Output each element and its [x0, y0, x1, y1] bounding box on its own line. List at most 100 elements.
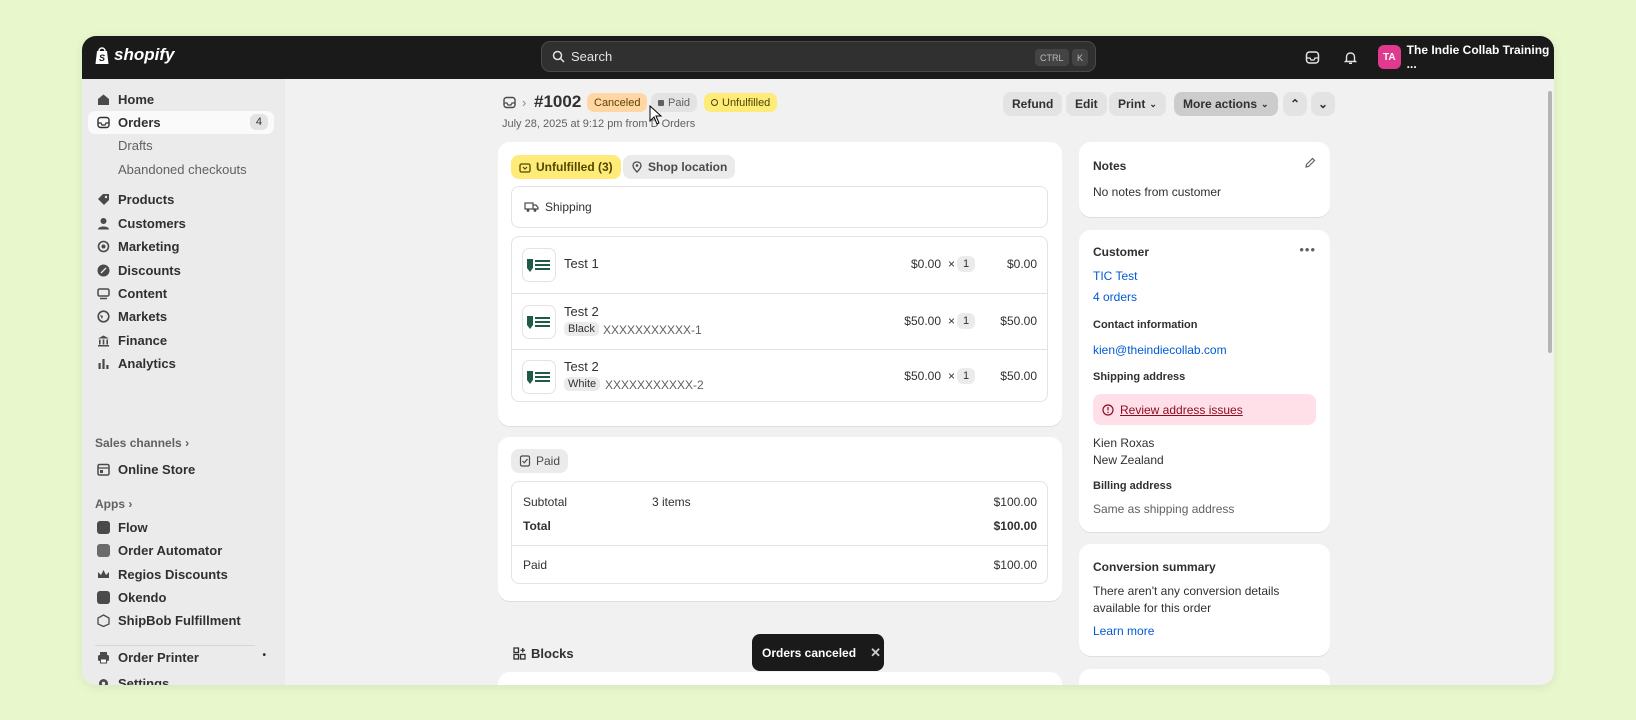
chevron-right-icon: ›	[185, 436, 190, 450]
print-label: Print	[1118, 97, 1146, 111]
review-address-link[interactable]: Review address issues	[1120, 403, 1243, 417]
page-scrollbar[interactable]	[1546, 79, 1554, 685]
unfulfilled-chip-label: Unfulfilled (3)	[536, 160, 613, 174]
product-thumbnail	[522, 248, 556, 282]
search-icon	[552, 50, 565, 63]
brand-name: shopify	[114, 45, 175, 64]
location-pin-icon	[632, 161, 642, 173]
target-icon	[97, 240, 110, 253]
variant-chip: White	[564, 377, 601, 391]
next-sidebar-card	[1079, 669, 1330, 685]
line-item[interactable]: Test 2 White XXXXXXXXXXX-2 $50.00 × 1 $5…	[512, 349, 1047, 403]
blocks-icon	[513, 647, 526, 660]
scrollbar-thumb[interactable]	[1548, 91, 1552, 353]
customer-email-link[interactable]: kien@theindiecollab.com	[1093, 343, 1227, 357]
sidebar-item-order-automator[interactable]: Order Automator	[88, 539, 274, 562]
subtotal-label: Subtotal	[523, 495, 568, 509]
sidebar-label-marketing: Marketing	[118, 239, 180, 254]
flow-app-icon	[97, 521, 110, 534]
blocks-label: Blocks	[531, 646, 574, 661]
discount-icon	[97, 264, 110, 277]
box-icon	[97, 614, 110, 627]
billing-address-text: Same as shipping address	[1093, 502, 1235, 516]
address-country: New Zealand	[1093, 453, 1164, 467]
sidebar-label-online-store: Online Store	[118, 462, 196, 477]
customer-name-link[interactable]: TIC Test	[1093, 269, 1137, 283]
store-switcher[interactable]: TA The Indie Collab Training ...	[1378, 43, 1554, 71]
sidebar-item-discounts[interactable]: Discounts	[88, 259, 274, 282]
subtotal-value: $100.00	[993, 495, 1037, 509]
refund-label: Refund	[1012, 97, 1054, 111]
store-avatar: TA	[1378, 45, 1401, 69]
more-horizontal-icon[interactable]: •••	[1299, 242, 1316, 257]
sidebar-label-products: Products	[118, 192, 175, 207]
toast-text: Orders canceled	[762, 645, 857, 660]
sidebar-item-finance[interactable]: Finance	[88, 329, 274, 352]
home-icon	[98, 94, 109, 105]
customer-orders-link[interactable]: 4 orders	[1093, 290, 1137, 304]
product-name: Test 2	[564, 359, 599, 374]
apps-heading[interactable]: Apps ›	[95, 497, 132, 511]
sales-channels-label: Sales channels	[95, 436, 182, 450]
multiply-sign: ×	[947, 314, 955, 328]
sidebar-label-discounts: Discounts	[118, 263, 181, 278]
sidebar-item-marketing[interactable]: Marketing	[88, 235, 274, 258]
pin-dot-icon: •	[262, 650, 266, 661]
blocks-card	[498, 672, 1062, 685]
sidebar-item-shipbob[interactable]: ShipBob Fulfillment	[88, 609, 274, 632]
orders-inbox-icon[interactable]	[503, 96, 516, 109]
learn-more-link[interactable]: Learn more	[1093, 624, 1154, 638]
previous-order-button[interactable]: ⌃	[1283, 92, 1307, 116]
pencil-icon[interactable]	[1304, 157, 1316, 169]
shop-location-label: Shop location	[648, 160, 728, 174]
sidebar-item-drafts[interactable]: Drafts	[88, 134, 274, 157]
bank-icon	[98, 335, 109, 347]
sidebar-label-order-automator: Order Automator	[118, 543, 223, 558]
store-icon	[97, 463, 110, 476]
more-actions-button[interactable]: More actions ⌄	[1174, 92, 1278, 116]
kbd-ctrl: CTRL	[1035, 49, 1069, 66]
billing-address-title: Billing address	[1093, 480, 1172, 492]
sidebar-item-products[interactable]: Products	[88, 188, 274, 211]
bell-icon[interactable]	[1340, 47, 1360, 67]
sidebar-label-finance: Finance	[118, 333, 168, 348]
sidebar-item-home[interactable]: Home	[88, 88, 274, 111]
line-total: $50.00	[1000, 369, 1037, 383]
sidebar-item-customers[interactable]: Customers	[88, 212, 274, 235]
sidebar-item-content[interactable]: Content	[88, 282, 274, 305]
search-bar[interactable]: Search CTRL K	[541, 41, 1096, 72]
orders-count-badge: 4	[249, 114, 268, 130]
sales-channels-heading[interactable]: Sales channels ›	[95, 436, 189, 450]
print-button[interactable]: Print ⌄	[1109, 92, 1166, 116]
edit-button[interactable]: Edit	[1066, 92, 1107, 116]
shop-location-chip[interactable]: Shop location	[623, 155, 736, 179]
conversion-text-line1: There aren't any conversion details	[1093, 584, 1280, 598]
sidebar-label-shipbob: ShipBob Fulfillment	[118, 613, 241, 628]
line-item[interactable]: Test 2 Black XXXXXXXXXXX-1 $50.00 × 1 $5…	[512, 293, 1047, 349]
next-order-button[interactable]: ⌄	[1311, 92, 1335, 116]
sidebar-item-online-store[interactable]: Online Store	[88, 458, 274, 481]
sku-text: XXXXXXXXXXX-2	[605, 378, 704, 392]
sidebar-item-regios-discounts[interactable]: Regios Discounts	[88, 563, 274, 586]
sidebar-item-orders[interactable]: Orders 4	[88, 111, 274, 134]
sidebar-item-flow[interactable]: Flow	[88, 516, 274, 539]
sidebar-item-okendo[interactable]: Okendo	[88, 586, 274, 609]
receipt-check-icon	[519, 455, 531, 467]
sidebar-label-drafts: Drafts	[118, 138, 153, 153]
review-address-banner[interactable]: Review address issues	[1093, 394, 1316, 425]
total-label: Total	[523, 519, 551, 533]
sidebar-item-order-printer[interactable]: Order Printer •	[88, 646, 274, 669]
close-icon[interactable]: ✕	[870, 645, 881, 661]
customer-title: Customer	[1093, 245, 1150, 259]
refund-button[interactable]: Refund	[1003, 92, 1063, 116]
sidebar-item-abandoned-checkouts[interactable]: Abandoned checkouts	[88, 158, 274, 181]
sidebar-item-settings[interactable]: Settings	[88, 672, 274, 685]
sidebar-item-markets[interactable]: Markets	[88, 305, 274, 328]
sidebar-label-content: Content	[118, 286, 168, 301]
shopify-logo[interactable]: S shopify	[94, 45, 174, 65]
sidebar-label-orders: Orders	[118, 115, 161, 130]
sidebar-item-analytics[interactable]: Analytics	[88, 352, 274, 375]
line-item[interactable]: Test 1 $0.00 × 1 $0.00	[512, 237, 1047, 293]
inbox-icon[interactable]	[1302, 47, 1322, 67]
content-icon	[97, 288, 110, 300]
